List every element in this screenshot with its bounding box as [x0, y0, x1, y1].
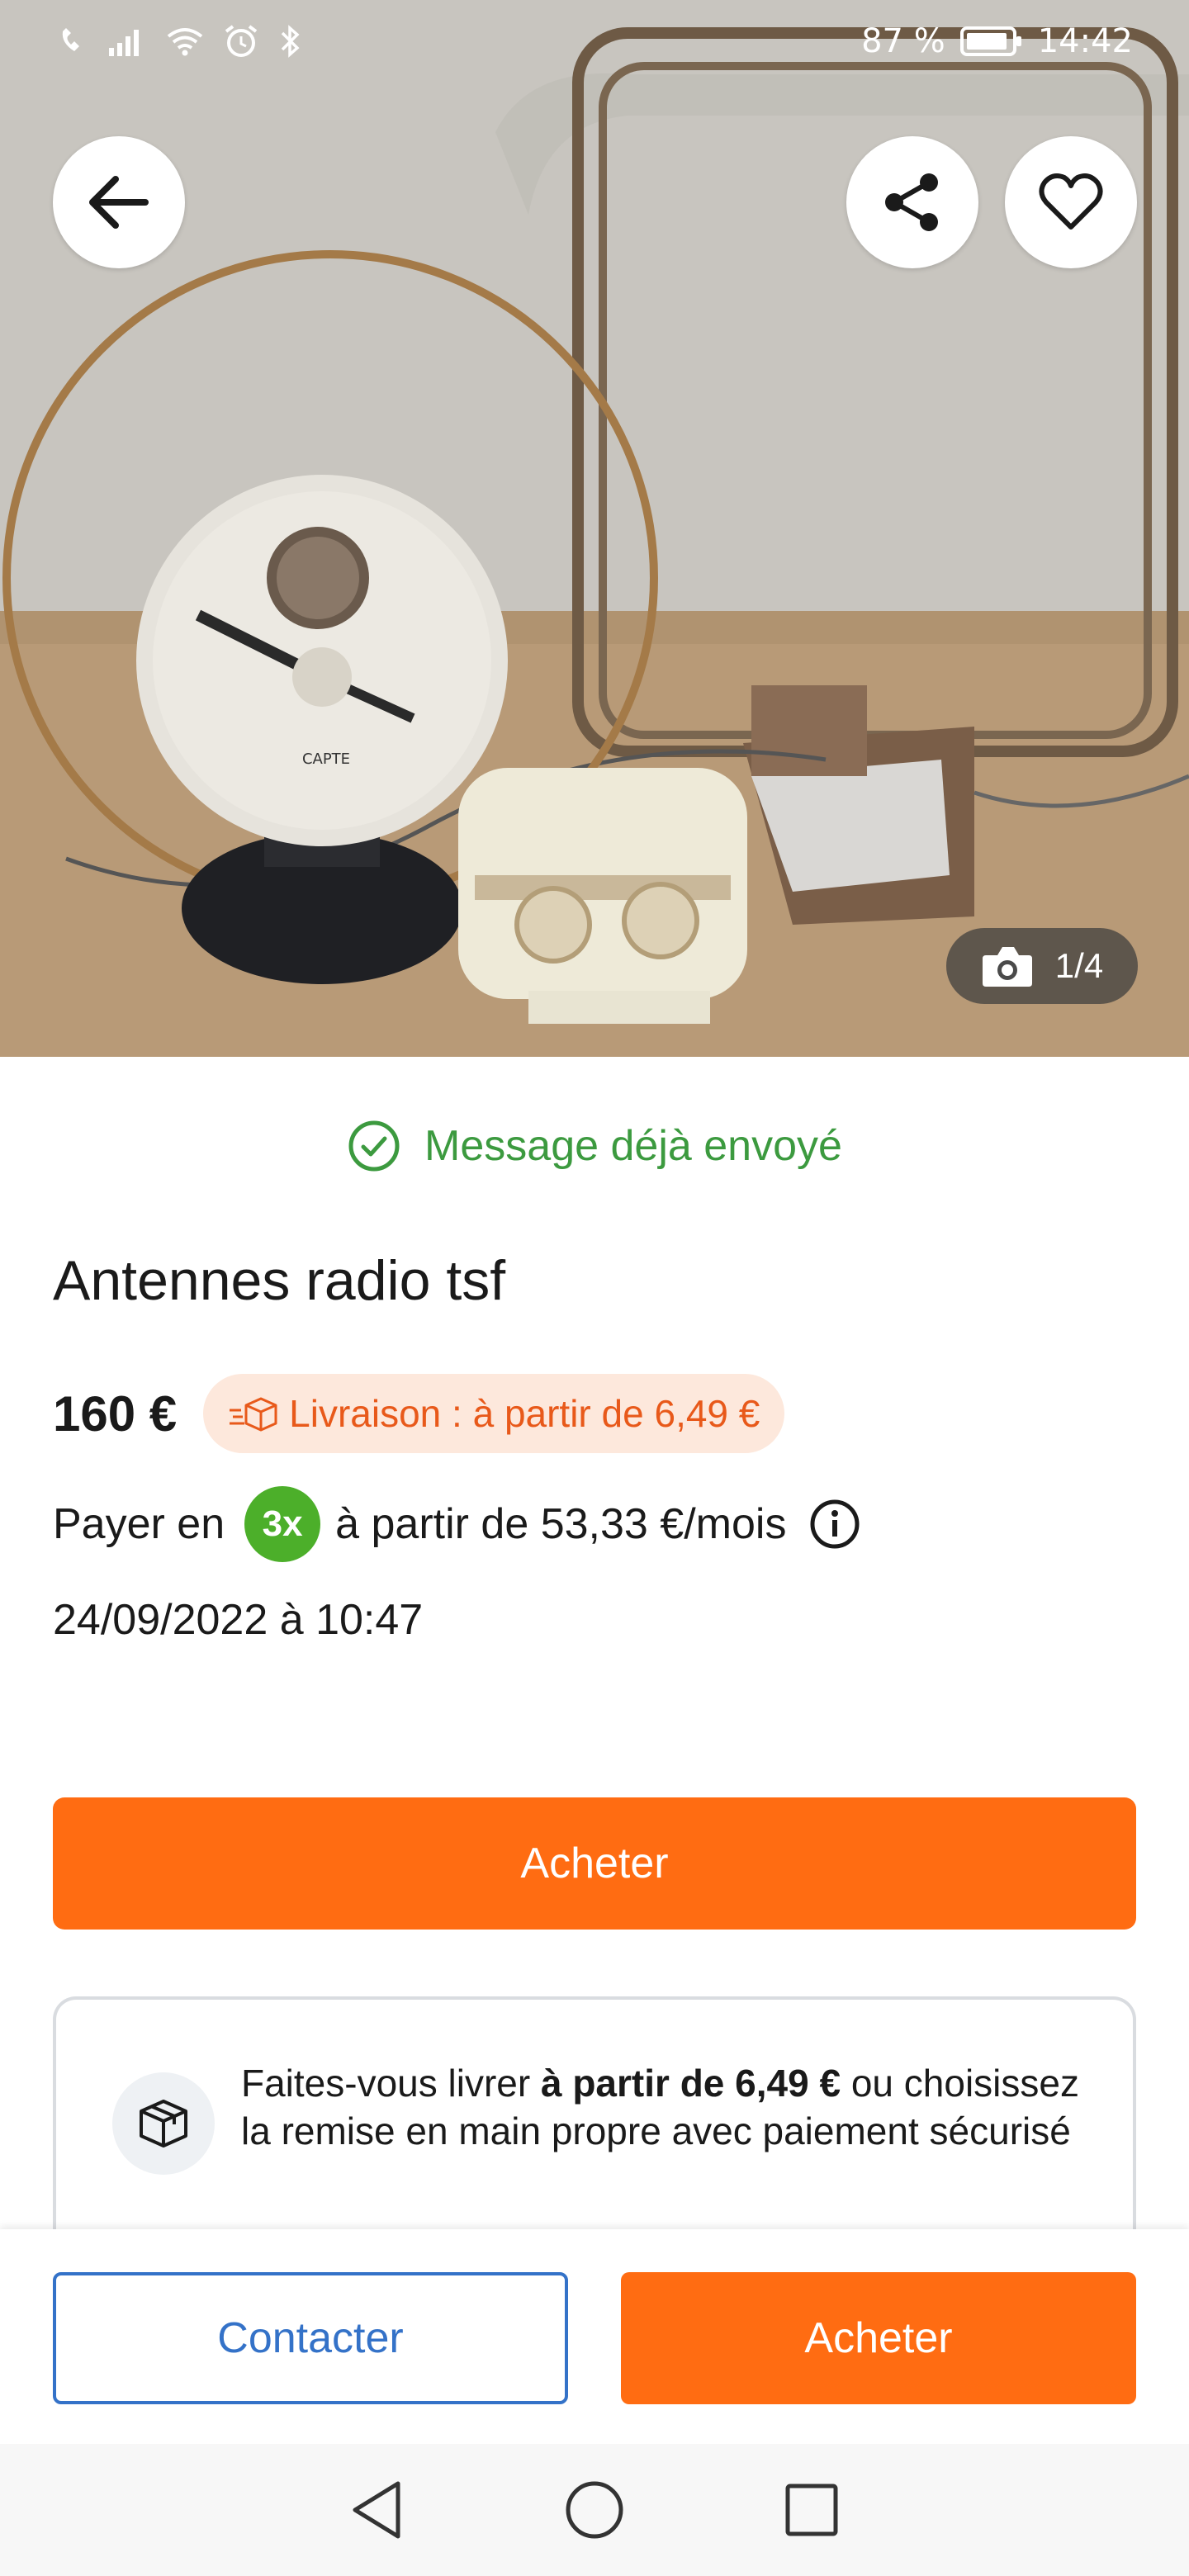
info-icon[interactable] — [808, 1497, 862, 1551]
contact-button[interactable]: Contacter — [53, 2272, 568, 2404]
svg-text:CAPTE: CAPTE — [302, 751, 350, 768]
share-button[interactable] — [846, 136, 978, 268]
bluetooth-icon — [281, 25, 300, 58]
installment-row[interactable]: Payer en 3x à partir de 53,33 €/mois — [53, 1486, 862, 1562]
signal-icon — [109, 30, 139, 56]
package-icon-wrap — [112, 2072, 215, 2175]
installment-badge: 3x — [244, 1486, 321, 1562]
delivery-info-card: Faites-vous livrer à partir de 6,49 € ou… — [53, 1996, 1136, 2244]
message-sent-status: Message déjà envoyé — [0, 1119, 1189, 1173]
product-photo[interactable]: CAPTE 87 % 14:42 1/4 — [0, 0, 1189, 1057]
delivery-badge: Livraison : à partir de 6,49 € — [203, 1374, 785, 1453]
buy-bottom-button[interactable]: Acheter — [621, 2272, 1136, 2404]
back-button[interactable] — [53, 136, 185, 268]
status-left — [56, 23, 302, 59]
heart-icon — [1039, 173, 1103, 230]
status-bar: 87 % 14:42 — [0, 0, 1189, 83]
favorite-button[interactable] — [1005, 136, 1137, 268]
buy-button[interactable]: Acheter — [53, 1797, 1136, 1930]
pay-prefix: Payer en — [53, 1500, 225, 1548]
share-icon — [885, 173, 938, 231]
bottom-action-bar: Contacter Acheter — [0, 2229, 1189, 2444]
battery-icon — [959, 26, 1021, 56]
battery-percent: 87 % — [861, 22, 945, 60]
alarm-icon — [225, 25, 258, 57]
status-right: 87 % 14:42 — [861, 22, 1133, 60]
delivery-card-text-bold: à partir de 6,49 € — [540, 2062, 841, 2105]
pay-suffix: à partir de 53,33 €/mois — [335, 1500, 787, 1548]
photo-counter-text: 1/4 — [1054, 946, 1104, 985]
delivery-badge-text: Livraison : à partir de 6,49 € — [289, 1392, 760, 1435]
nav-home-icon[interactable] — [563, 2479, 626, 2541]
listing-price: 160 € — [53, 1385, 178, 1442]
product-photo-image: CAPTE — [0, 0, 1189, 1057]
wifi-icon — [167, 28, 203, 56]
nav-back-icon[interactable] — [348, 2477, 406, 2543]
system-nav-bar — [0, 2444, 1189, 2576]
message-sent-text: Message déjà envoyé — [424, 1122, 842, 1170]
check-circle-icon — [348, 1120, 400, 1172]
call-wifi-icon — [62, 28, 79, 51]
camera-icon — [982, 947, 1032, 987]
package-icon — [140, 2100, 187, 2147]
listing-date: 24/09/2022 à 10:47 — [53, 1596, 424, 1644]
listing-title: Antennes radio tsf — [53, 1249, 506, 1312]
nav-recents-icon[interactable] — [783, 2481, 841, 2539]
back-arrow-icon — [89, 176, 149, 229]
delivery-truck-icon — [230, 1397, 277, 1432]
clock-time: 14:42 — [1037, 22, 1133, 60]
delivery-card-text-1: Faites-vous livrer — [241, 2062, 541, 2105]
price-row: 160 € Livraison : à partir de 6,49 € — [53, 1374, 785, 1453]
photo-counter[interactable]: 1/4 — [946, 928, 1138, 1004]
delivery-card-text: Faites-vous livrer à partir de 6,49 € ou… — [241, 2059, 1100, 2155]
